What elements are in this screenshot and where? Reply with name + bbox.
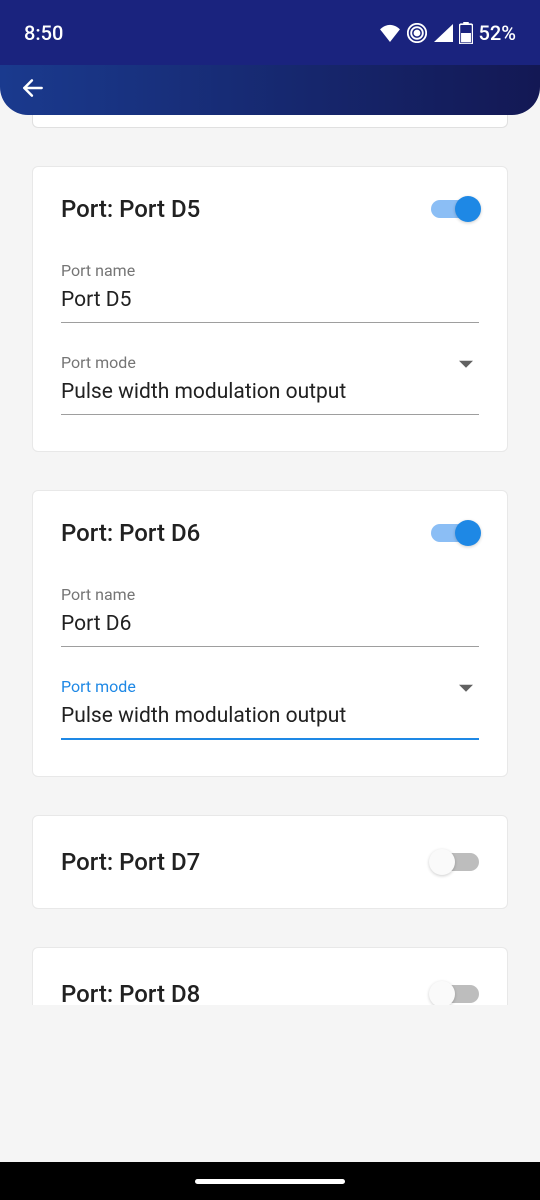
previous-card-edge (32, 115, 508, 128)
field-value: Pulse width modulation output (61, 380, 479, 415)
field-value: Pulse width modulation output (61, 704, 479, 740)
card-title: Port: Port D6 (61, 519, 200, 547)
back-arrow-icon (20, 75, 46, 101)
port-name-field[interactable]: Port name Port D6 (61, 585, 479, 647)
toggle-thumb (455, 196, 481, 222)
cellular-icon (433, 24, 453, 42)
card-header: Port: Port D7 (61, 848, 479, 876)
field-label: Port name (61, 585, 479, 604)
port-mode-field[interactable]: Port mode Pulse width modulation output (61, 677, 479, 740)
wifi-icon (379, 24, 401, 42)
navigation-bar (0, 1162, 540, 1200)
port-mode-field[interactable]: Port mode Pulse width modulation output (61, 353, 479, 415)
toggle-thumb (429, 849, 455, 875)
port-enable-toggle[interactable] (431, 200, 479, 218)
back-button[interactable] (20, 75, 46, 106)
status-time: 8:50 (24, 21, 63, 45)
port-card-d7: Port: Port D7 (32, 815, 508, 909)
status-bar: 8:50 52% (0, 0, 540, 66)
field-value: Port D6 (61, 612, 479, 647)
card-header: Port: Port D6 (61, 519, 479, 547)
port-name-field[interactable]: Port name Port D5 (61, 261, 479, 323)
field-label: Port mode (61, 677, 479, 696)
port-enable-toggle[interactable] (431, 524, 479, 542)
card-header: Port: Port D5 (61, 195, 479, 223)
card-title: Port: Port D7 (61, 848, 200, 876)
chevron-down-icon (459, 681, 473, 700)
app-bar (0, 65, 540, 115)
chevron-down-icon (459, 357, 473, 376)
content-area: Port: Port D5 Port name Port D5 Port mod… (0, 115, 540, 1005)
card-title: Port: Port D8 (61, 980, 200, 1005)
toggle-thumb (429, 981, 455, 1005)
hotspot-icon (407, 23, 427, 43)
field-label: Port mode (61, 353, 479, 372)
port-enable-toggle[interactable] (431, 985, 479, 1003)
toggle-thumb (455, 520, 481, 546)
port-card-d6: Port: Port D6 Port name Port D6 Port mod… (32, 490, 508, 777)
port-enable-toggle[interactable] (431, 853, 479, 871)
card-title: Port: Port D5 (61, 195, 200, 223)
card-header: Port: Port D8 (61, 980, 479, 1005)
nav-handle[interactable] (195, 1179, 345, 1184)
field-label: Port name (61, 261, 479, 280)
field-value: Port D5 (61, 288, 479, 323)
port-card-d5: Port: Port D5 Port name Port D5 Port mod… (32, 166, 508, 452)
status-battery: 52% (479, 21, 516, 45)
status-right: 52% (379, 21, 516, 45)
battery-icon (459, 22, 473, 44)
port-card-d8: Port: Port D8 (32, 947, 508, 1005)
